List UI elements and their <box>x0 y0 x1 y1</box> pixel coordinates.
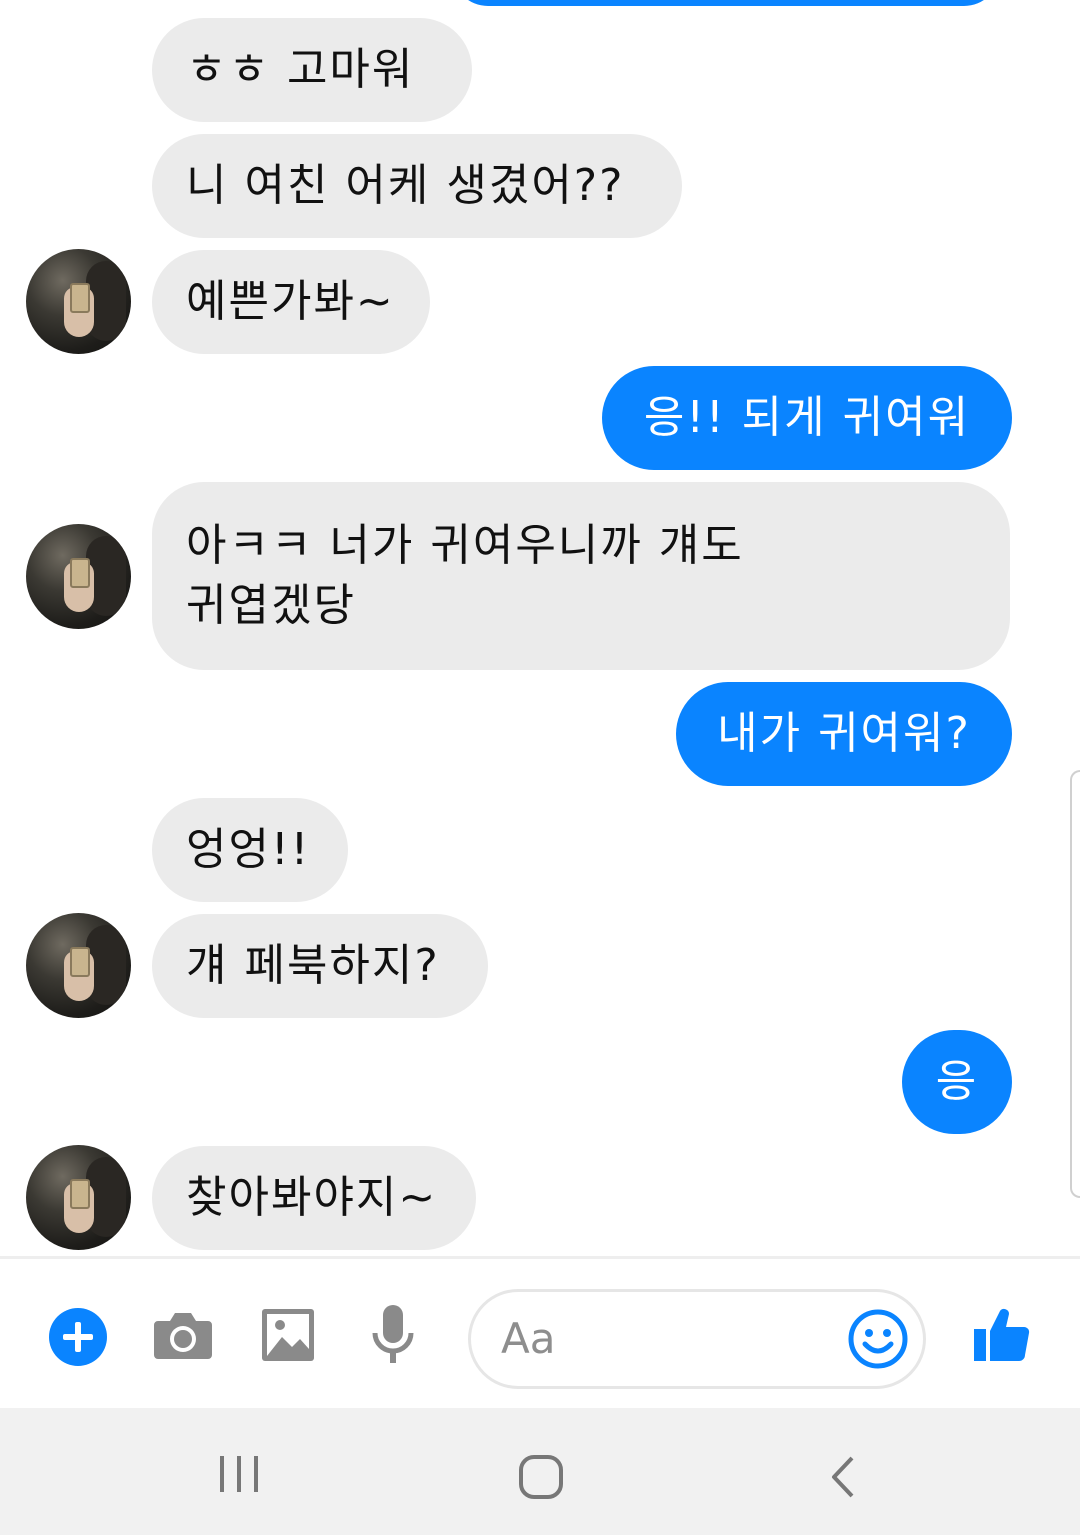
home-icon[interactable] <box>516 1452 566 1502</box>
scrollbar[interactable] <box>1070 770 1080 1198</box>
contact-avatar[interactable] <box>26 913 131 1018</box>
incoming-message[interactable]: 아ㅋㅋ 너가 귀여우니까 걔도 귀엽겠당 <box>152 482 1010 670</box>
contact-avatar[interactable] <box>26 249 131 354</box>
message-text: 예쁜가봐~ <box>186 276 395 327</box>
conversation-area[interactable]: ㅎㅎ 고마워 니 여친 어케 생겼어?? 예쁜가봐~ 응!! 되게 귀여워 아ㅋ… <box>0 0 1080 1256</box>
partial-sent-bubble <box>452 0 1000 6</box>
system-navigation-bar <box>0 1408 1080 1535</box>
camera-icon[interactable] <box>152 1307 214 1363</box>
incoming-message[interactable]: 엉엉!! <box>152 798 348 902</box>
contact-avatar[interactable] <box>26 524 131 629</box>
message-text: 니 여친 어케 생겼어?? <box>186 160 625 211</box>
outgoing-message[interactable]: 응!! 되게 귀여워 <box>602 366 1012 470</box>
outgoing-message[interactable]: 응 <box>902 1030 1012 1134</box>
plus-icon[interactable] <box>48 1307 108 1367</box>
message-text: ㅎㅎ 고마워 <box>186 44 415 95</box>
emoji-icon[interactable] <box>847 1308 909 1370</box>
contact-avatar[interactable] <box>26 1145 131 1250</box>
outgoing-message[interactable]: 내가 귀여워? <box>676 682 1012 786</box>
message-text: 걔 페북하지? <box>186 940 440 991</box>
back-icon[interactable] <box>822 1452 868 1502</box>
thumbs-up-icon[interactable] <box>970 1303 1032 1365</box>
message-text: 응!! 되게 귀여워 <box>643 392 971 443</box>
incoming-message[interactable]: ㅎㅎ 고마워 <box>152 18 472 122</box>
message-text-line-1: 아ㅋㅋ 너가 귀여우니까 걔도 <box>186 520 744 571</box>
message-composer: Aa <box>0 1256 1080 1408</box>
incoming-message[interactable]: 예쁜가봐~ <box>152 250 430 354</box>
message-text-line-2: 귀엽겠당 <box>186 580 356 631</box>
incoming-message[interactable]: 걔 페북하지? <box>152 914 488 1018</box>
incoming-message[interactable]: 니 여친 어케 생겼어?? <box>152 134 682 238</box>
image-icon[interactable] <box>260 1307 316 1363</box>
incoming-message[interactable]: 찾아봐야지~ <box>152 1146 476 1250</box>
message-text: 내가 귀여워? <box>717 708 971 759</box>
recent-apps-icon[interactable] <box>214 1452 264 1496</box>
microphone-icon[interactable] <box>370 1303 416 1369</box>
message-text: 찾아봐야지~ <box>186 1172 438 1223</box>
message-input-placeholder: Aa <box>501 1314 556 1363</box>
message-text: 엉엉!! <box>186 824 311 875</box>
message-text: 응 <box>935 1056 979 1107</box>
message-input[interactable]: Aa <box>468 1289 926 1389</box>
